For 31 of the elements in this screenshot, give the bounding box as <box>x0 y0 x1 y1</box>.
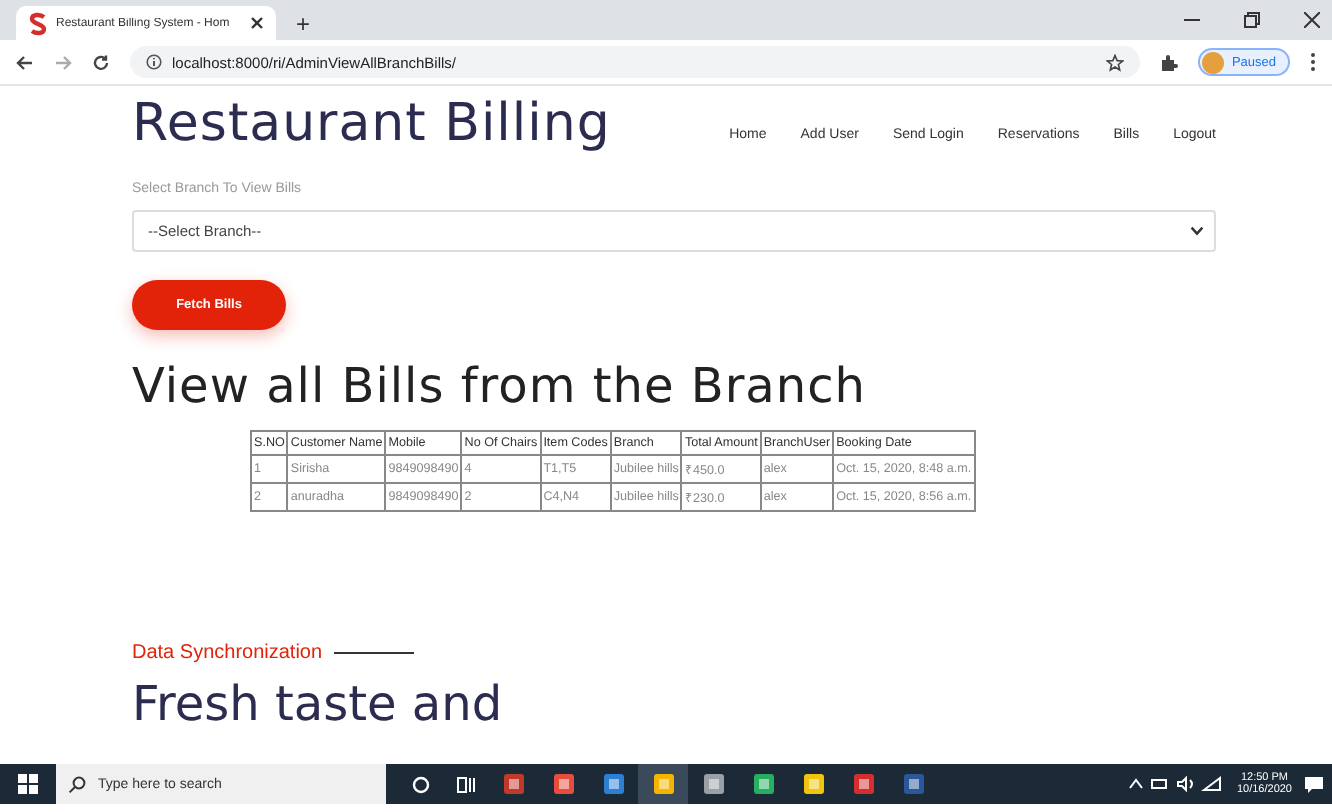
tray-icons[interactable] <box>1128 776 1225 792</box>
page-heading: View all Bills from the Branch <box>132 358 869 414</box>
close-icon[interactable] <box>250 16 264 30</box>
app-icon[interactable] <box>501 772 525 796</box>
app-icon[interactable] <box>801 772 825 796</box>
more-icon[interactable] <box>1310 52 1316 72</box>
app-icon[interactable] <box>601 772 625 796</box>
restore-icon[interactable] <box>1244 12 1260 28</box>
notification-icon[interactable] <box>1304 775 1324 793</box>
close-icon[interactable] <box>1304 12 1320 28</box>
search-icon <box>68 775 86 793</box>
new-tab-button[interactable]: + <box>288 6 319 40</box>
app-icon[interactable] <box>751 772 775 796</box>
cortana-icon[interactable] <box>412 775 430 793</box>
back-icon[interactable] <box>16 53 34 71</box>
app-icon[interactable] <box>901 772 925 796</box>
star-icon[interactable] <box>1105 53 1124 71</box>
chevron-icon <box>1190 226 1204 236</box>
section-eyebrow: Data Synchronization <box>132 642 323 664</box>
reload-icon[interactable] <box>92 53 110 71</box>
info-icon <box>146 54 162 70</box>
app-icon[interactable] <box>701 772 725 796</box>
section-title: Fresh taste and <box>132 676 505 732</box>
puzzle-icon[interactable] <box>1159 53 1178 71</box>
task-view-icon[interactable] <box>456 775 476 793</box>
app-icon[interactable] <box>551 772 575 796</box>
app-icon[interactable] <box>651 772 675 796</box>
site-title: Restaurant Billing <box>132 94 611 154</box>
app-icon[interactable] <box>851 772 875 796</box>
windows-start-icon[interactable] <box>18 774 38 794</box>
logo-icon <box>28 11 48 35</box>
